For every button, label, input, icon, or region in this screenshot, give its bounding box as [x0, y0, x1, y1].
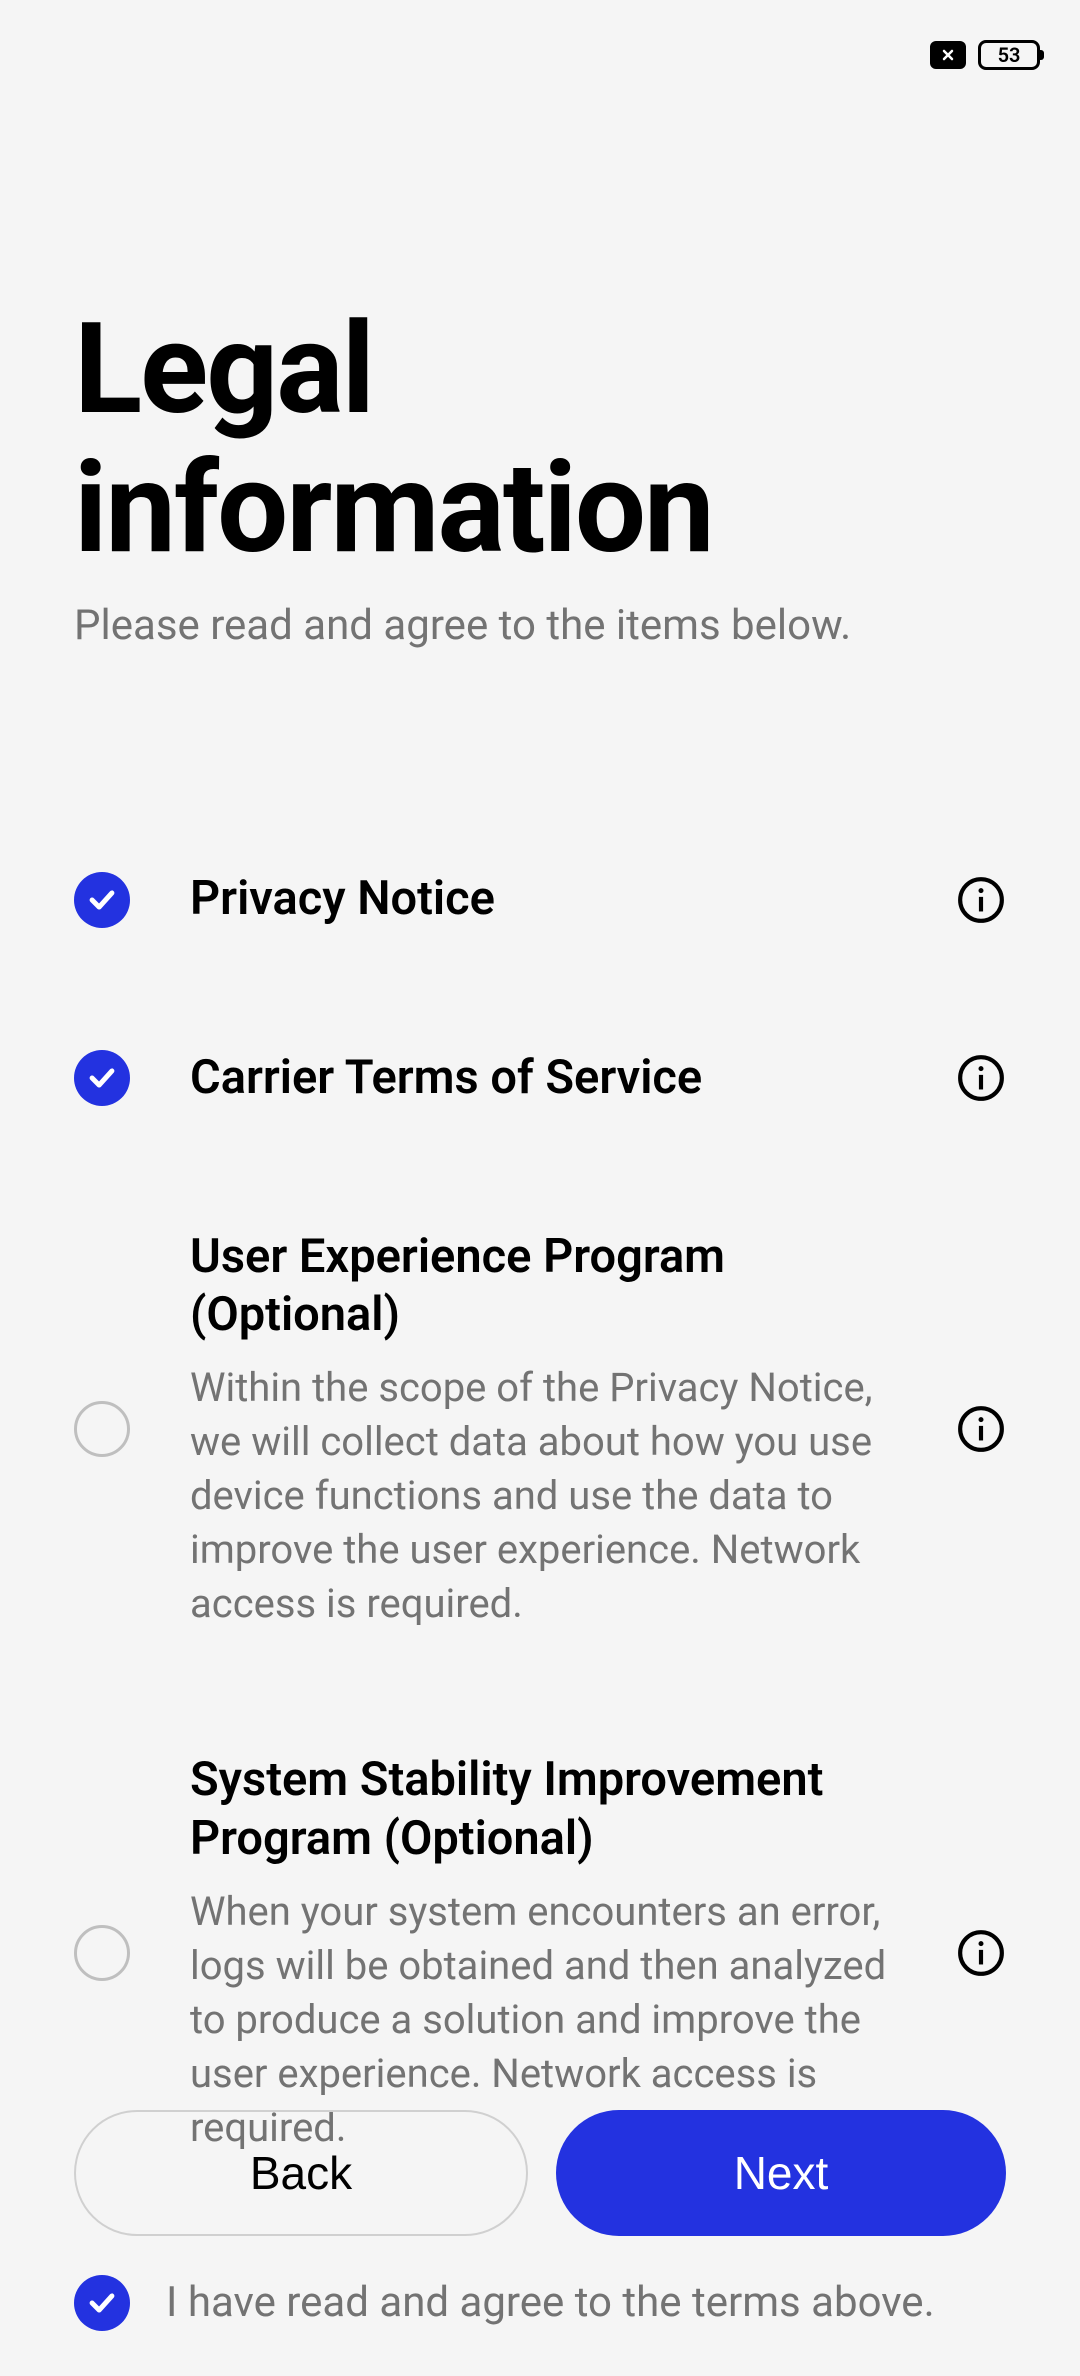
- page-subtitle: Please read and agree to the items below…: [74, 601, 1006, 650]
- item-body: User Experience Program (Optional) Withi…: [190, 1228, 896, 1632]
- close-badge-icon: [930, 41, 966, 69]
- list-item: System Stability Improvement Program (Op…: [74, 1751, 1006, 2155]
- info-button-user-experience[interactable]: [956, 1404, 1006, 1454]
- checkbox-user-experience[interactable]: [74, 1401, 130, 1457]
- status-bar: 53: [930, 40, 1040, 70]
- list-item: User Experience Program (Optional) Withi…: [74, 1228, 1006, 1632]
- item-title: Carrier Terms of Service: [190, 1049, 896, 1108]
- info-button-carrier-terms[interactable]: [956, 1053, 1006, 1103]
- agree-row: I have read and agree to the terms above…: [74, 2275, 1006, 2331]
- item-title: User Experience Program (Optional): [190, 1228, 896, 1346]
- item-body: Carrier Terms of Service: [190, 1049, 896, 1108]
- next-button[interactable]: Next: [556, 2110, 1006, 2236]
- check-icon: [85, 883, 119, 917]
- back-button[interactable]: Back: [74, 2110, 528, 2236]
- checkbox-carrier-terms[interactable]: [74, 1050, 130, 1106]
- battery-icon: 53: [978, 40, 1040, 70]
- list-item: Privacy Notice: [74, 870, 1006, 929]
- checkbox-privacy-notice[interactable]: [74, 872, 130, 928]
- item-body: System Stability Improvement Program (Op…: [190, 1751, 896, 2155]
- checkbox-agree-all[interactable]: [74, 2275, 130, 2331]
- legal-items-list: Privacy Notice Carrier Terms of Service …: [74, 870, 1006, 2155]
- check-icon: [85, 1061, 119, 1095]
- checkbox-system-stability[interactable]: [74, 1925, 130, 1981]
- item-body: Privacy Notice: [190, 870, 896, 929]
- item-title: System Stability Improvement Program (Op…: [190, 1751, 896, 1869]
- info-icon: [956, 1053, 1006, 1103]
- item-description: Within the scope of the Privacy Notice, …: [190, 1361, 896, 1631]
- list-item: Carrier Terms of Service: [74, 1049, 1006, 1108]
- button-row: Back Next: [74, 2110, 1006, 2236]
- info-button-privacy-notice[interactable]: [956, 875, 1006, 925]
- info-icon: [956, 1928, 1006, 1978]
- check-icon: [85, 2286, 119, 2320]
- info-button-system-stability[interactable]: [956, 1928, 1006, 1978]
- battery-level: 53: [998, 43, 1021, 67]
- item-title: Privacy Notice: [190, 870, 896, 929]
- page-title: Legalinformation: [74, 300, 1006, 577]
- info-icon: [956, 1404, 1006, 1454]
- agree-label: I have read and agree to the terms above…: [166, 2278, 935, 2327]
- info-icon: [956, 875, 1006, 925]
